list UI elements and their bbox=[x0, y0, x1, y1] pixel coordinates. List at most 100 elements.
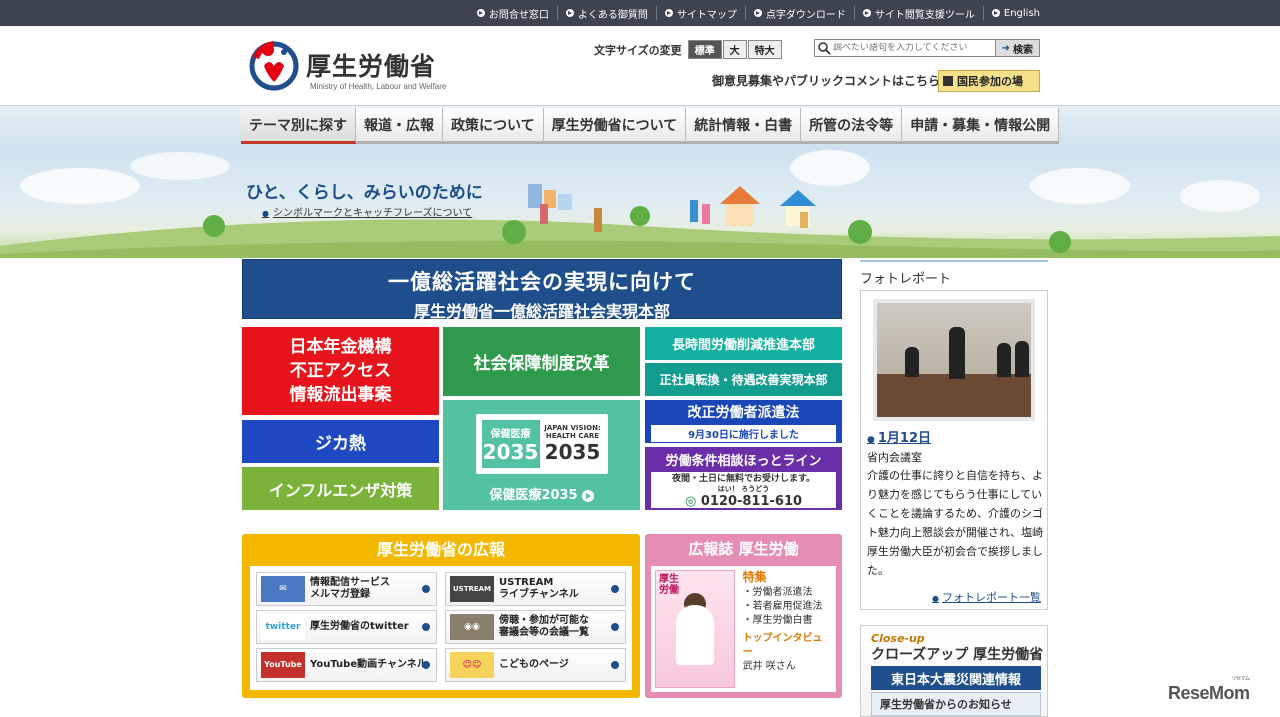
top-link-contact[interactable]: お問合せ窓口 bbox=[469, 6, 558, 21]
arrow-icon bbox=[943, 76, 953, 86]
top-link-braille[interactable]: 点字ダウンロード bbox=[746, 6, 855, 21]
ministry-notice-link[interactable]: 厚生労働省からのお知らせ bbox=[871, 692, 1041, 716]
pr-item-ustream[interactable]: USTREAM USTREAM ライブチャンネル bbox=[445, 572, 626, 606]
font-size-label: 文字サイズの変更 bbox=[594, 43, 682, 57]
pr-item-meetings[interactable]: ◉◉ 傍聴・参加が可能な 審議会等の会議一覧 bbox=[445, 610, 626, 644]
meeting-icon: ◉◉ bbox=[450, 614, 494, 640]
pr-item-label: こどものページ bbox=[499, 659, 569, 670]
arrow-circle-icon bbox=[581, 489, 594, 502]
freedial-icon: ◎ bbox=[684, 493, 697, 509]
search-input[interactable] bbox=[833, 43, 983, 53]
tile-line: 不正アクセス bbox=[289, 361, 392, 381]
top-links: お問合せ窓口 よくある御質問 サイトマップ 点字ダウンロード サイト閲覧支援ツー… bbox=[469, 6, 1048, 21]
earthquake-info-link[interactable]: 東日本大震災関連情報 bbox=[871, 666, 1041, 690]
photo-report-list-link[interactable]: フォトレポート一覧 bbox=[932, 589, 1041, 605]
search-icon bbox=[818, 42, 831, 55]
health-care-2035-tile[interactable]: 保健医療 2035 JAPAN VISION: HEALTH CARE 2035… bbox=[443, 400, 640, 510]
regular-employee-tile[interactable]: 正社員転換・待遇改善実現本部 bbox=[645, 363, 842, 396]
search-box: ➜検索 bbox=[814, 39, 1040, 57]
opinion-link[interactable]: 御意見募集やパブリックコメントはこちら bbox=[712, 72, 940, 89]
arrow-icon bbox=[664, 9, 673, 17]
nav-item-statistics[interactable]: 統計情報・白書 bbox=[686, 108, 802, 144]
card-right: JAPAN VISION: HEALTH CARE 2035 bbox=[544, 420, 602, 468]
card-right-big: 2035 bbox=[544, 440, 601, 464]
hotline-sub-text: 夜間・土日に無料でお受けします。 bbox=[671, 473, 816, 484]
top-link-accessibility[interactable]: サイト閲覧支援ツール bbox=[855, 6, 984, 21]
search-button[interactable]: ➜ 検索 bbox=[994, 40, 1039, 56]
font-size-xlarge-button[interactable]: 特大 bbox=[747, 40, 782, 59]
font-size-large-button[interactable]: 大 bbox=[722, 40, 747, 59]
top-link-faq[interactable]: よくある御質問 bbox=[558, 6, 657, 21]
magazine-body: 厚生 労働 特集 ・労働者派遣法 ・若者雇用促進法 ・厚生労働白書 トップインタ… bbox=[651, 566, 836, 692]
zika-tile[interactable]: ジカ熱 bbox=[242, 420, 439, 463]
pension-incident-tile[interactable]: 日本年金機構 不正アクセス 情報流出事案 bbox=[242, 327, 439, 415]
top-link-sitemap[interactable]: サイトマップ bbox=[657, 6, 746, 21]
banner-line-2: 厚生労働省一億総活躍社会実現本部 bbox=[413, 302, 670, 321]
nav-item-laws[interactable]: 所管の法令等 bbox=[801, 108, 903, 144]
hotline-tel: ◎ 0120-811-610 bbox=[685, 494, 802, 509]
influenza-tile[interactable]: インフルエンザ対策 bbox=[242, 467, 439, 510]
hotline-ruby: はい！ ろうどう bbox=[717, 484, 770, 493]
magazine-interview-name: 武井 咲さん bbox=[742, 661, 796, 672]
long-hours-tile[interactable]: 長時間労働削減推進本部 bbox=[645, 327, 842, 360]
bullet-icon bbox=[611, 623, 619, 631]
watermark-small: リセマム bbox=[1231, 676, 1251, 682]
magazine-topic: ・若者雇用促進法 bbox=[742, 601, 823, 612]
social-security-tile[interactable]: 社会保障制度改革 bbox=[443, 327, 640, 396]
kokumin-button-label: 国民参加の場 bbox=[957, 75, 1023, 88]
photo-report-text: 介護の仕事に誇りと自信を持ち、より魅力を感じてもらう仕事にしていくことを議論する… bbox=[867, 469, 1044, 577]
photo-report-date[interactable]: 1月12日 bbox=[867, 427, 931, 446]
top-utility-bar: お問合せ窓口 よくある御質問 サイトマップ 点字ダウンロード サイト閲覧支援ツー… bbox=[0, 0, 1280, 26]
font-size-switcher: 文字サイズの変更 標準 大 特大 bbox=[594, 40, 783, 59]
pr-item-label: 傍聴・参加が可能な 審議会等の会議一覧 bbox=[499, 615, 589, 638]
closeup-title: クローズアップ 厚生労働省 bbox=[871, 647, 1044, 663]
dispatch-law-title: 改正労働者派遣法 bbox=[687, 404, 800, 421]
symbol-mark-link[interactable]: シンボルマークとキャッチフレーズについて bbox=[262, 204, 472, 219]
catchphrase: ひと、くらし、みらいのために bbox=[246, 183, 483, 203]
dispatch-law-tile[interactable]: 改正労働者派遣法 9月30日に施行しました bbox=[645, 400, 842, 443]
nav-item-press[interactable]: 報道・広報 bbox=[356, 108, 443, 144]
card-right-small: JAPAN VISION: HEALTH CARE bbox=[544, 424, 601, 440]
magazine-title: 広報誌 厚生労働 bbox=[688, 539, 799, 558]
bullet-icon bbox=[422, 585, 430, 593]
closeup-box: Close-up クローズアップ 厚生労働省 東日本大震災関連情報 厚生労働省か… bbox=[860, 625, 1048, 717]
nav-item-policy[interactable]: 政策について bbox=[443, 108, 544, 144]
magazine-topic: ・厚生労働白書 bbox=[742, 615, 813, 626]
health-care-2035-card: 保健医療 2035 JAPAN VISION: HEALTH CARE 2035 bbox=[475, 414, 608, 474]
photo-report-title: フォトレポート bbox=[860, 260, 1048, 288]
label-text: 保健医療2035 bbox=[489, 488, 578, 503]
search-button-label: 検索 bbox=[1013, 44, 1033, 56]
font-size-standard-button[interactable]: 標準 bbox=[687, 40, 722, 59]
kids-icon: ☺☺ bbox=[450, 652, 494, 678]
landscape-illustration bbox=[0, 150, 1280, 258]
arrow-icon bbox=[476, 9, 485, 17]
pr-item-twitter[interactable]: twitter 厚生労働省のtwitter bbox=[256, 610, 437, 644]
pr-item-youtube[interactable]: YouTube YouTube動画チャンネル bbox=[256, 648, 437, 682]
nav-item-about[interactable]: 厚生労働省について bbox=[543, 108, 687, 144]
top-link-english[interactable]: English bbox=[984, 6, 1048, 20]
card-left-small: 保健医療 bbox=[490, 428, 531, 440]
photo-person bbox=[997, 343, 1011, 377]
top-link-label: よくある御質問 bbox=[577, 9, 648, 21]
tile-line: 日本年金機構 bbox=[289, 337, 392, 357]
photo-person bbox=[905, 347, 919, 377]
ichioku-banner[interactable]: 一億総活躍社会の実現に向けて 厚生労働省一億総活躍社会実現本部 bbox=[242, 259, 842, 321]
bullet-icon bbox=[611, 585, 619, 593]
mhlw-logo-icon bbox=[249, 41, 299, 91]
kokumin-button[interactable]: 国民参加の場 bbox=[938, 70, 1040, 92]
pr-item-kids[interactable]: ☺☺ こどものページ bbox=[445, 648, 626, 682]
card-left: 保健医療 2035 bbox=[481, 420, 540, 468]
global-nav: テーマ別に探す 報道・広報 政策について 厚生労働省について 統計情報・白書 所… bbox=[241, 108, 1060, 144]
photo-report-image[interactable] bbox=[873, 299, 1035, 421]
pr-item-mailmagazine[interactable]: ✉ 情報配信サービス メルマガ登録 bbox=[256, 572, 437, 606]
nav-item-theme[interactable]: テーマ別に探す bbox=[241, 108, 356, 144]
magazine-section[interactable]: 広報誌 厚生労働 厚生 労働 特集 ・労働者派遣法 ・若者雇用促進法 ・厚生労働… bbox=[645, 534, 842, 698]
dispatch-law-sub: 9月30日に施行しました bbox=[651, 424, 836, 442]
card-left-big: 2035 bbox=[482, 439, 539, 464]
nav-item-applications[interactable]: 申請・募集・情報公開 bbox=[902, 108, 1060, 144]
hotline-tile[interactable]: 労働条件相談ほっとライン 夜間・土日に無料でお受けします。 はい！ ろうどう ◎… bbox=[645, 447, 842, 510]
pr-item-label: USTREAM ライブチャンネル bbox=[499, 577, 579, 600]
resemom-watermark: ReseMom リセマム bbox=[1168, 676, 1250, 704]
arrow-right-icon: ➜ bbox=[1001, 42, 1010, 54]
watermark-text: ReseMom bbox=[1168, 683, 1250, 703]
